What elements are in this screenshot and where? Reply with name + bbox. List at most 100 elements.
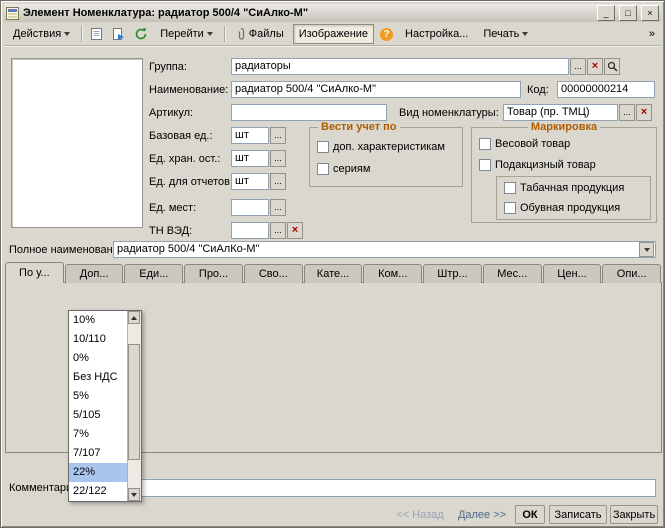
stock-unit-select-button[interactable]: ... xyxy=(270,150,286,167)
checkbox-tobacco-products-label: Табачная продукция xyxy=(520,182,624,194)
base-unit-select-button[interactable]: ... xyxy=(270,127,286,144)
kind-select-button[interactable]: ... xyxy=(619,104,635,121)
checkbox-series-label: сериям xyxy=(333,163,370,175)
marking-groupbox-title: Маркировка xyxy=(528,121,600,133)
actions-label: Действия xyxy=(13,28,61,40)
kind-clear-button[interactable]: × xyxy=(636,104,652,121)
code-input[interactable]: 00000000214 xyxy=(557,81,655,98)
group-select-button[interactable]: ... xyxy=(570,58,586,75)
checkbox-weight-goods-label: Весовой товар xyxy=(495,138,570,150)
triangle-up-icon xyxy=(131,316,137,320)
full-name-dropdown-button[interactable] xyxy=(639,242,654,257)
reread-icon xyxy=(112,27,125,41)
refresh-button[interactable] xyxy=(131,24,151,44)
full-name-label: Полное наименование: xyxy=(9,244,128,256)
vat-option[interactable]: Без НДС xyxy=(69,368,127,387)
vat-option[interactable]: 7% xyxy=(69,425,127,444)
scroll-down-button[interactable] xyxy=(128,488,140,501)
accounting-groupbox: Вести учет по xyxy=(309,127,463,187)
tnved-label: ТН ВЭД: xyxy=(149,225,192,237)
checkbox-excise-goods[interactable] xyxy=(479,159,491,171)
toolbar-overflow-button[interactable]: » xyxy=(646,24,658,44)
vat-option[interactable]: 5% xyxy=(69,387,127,406)
kind-label: Вид номенклатуры: xyxy=(399,107,499,119)
comment-input[interactable] xyxy=(89,479,656,497)
files-label: Файлы xyxy=(249,28,284,40)
dropdown-scrollbar[interactable] xyxy=(127,311,141,501)
vat-option[interactable]: 10/110 xyxy=(69,330,127,349)
group-input[interactable]: радиаторы xyxy=(231,58,569,75)
tab-dop[interactable]: Доп... xyxy=(65,264,124,283)
checkbox-tobacco-products[interactable] xyxy=(504,182,516,194)
tab-svo[interactable]: Сво... xyxy=(244,264,303,283)
caret-down-icon xyxy=(64,32,70,36)
tab-mes[interactable]: Мес... xyxy=(483,264,542,283)
paperclip-icon xyxy=(236,27,246,41)
stock-unit-input[interactable]: шт xyxy=(231,150,269,167)
name-input[interactable]: радиатор 500/4 "СиАлко-М" xyxy=(231,81,521,98)
places-unit-select-button[interactable]: ... xyxy=(270,199,286,216)
actions-button[interactable]: Действия xyxy=(7,24,76,44)
vat-option[interactable]: 0% xyxy=(69,349,127,368)
group-open-button[interactable] xyxy=(604,58,620,75)
article-label: Артикул: xyxy=(149,107,193,119)
save-button[interactable]: Записать xyxy=(549,505,607,524)
scroll-up-button[interactable] xyxy=(128,311,140,324)
tab-opi[interactable]: Опи... xyxy=(602,264,661,283)
close-button[interactable]: × xyxy=(641,5,659,21)
checkbox-extra-characteristics[interactable] xyxy=(317,141,329,153)
tab-edi[interactable]: Еди... xyxy=(124,264,183,283)
vat-option[interactable]: 7/107 xyxy=(69,444,127,463)
toolbar: Действия Перейти Файлы xyxy=(4,23,661,46)
name-label: Наименование: xyxy=(149,84,228,96)
report-unit-select-button[interactable]: ... xyxy=(270,173,286,190)
group-label: Группа: xyxy=(149,61,187,73)
tnved-clear-button[interactable]: × xyxy=(287,222,303,239)
vat-option[interactable]: 22/122 xyxy=(69,482,127,501)
back-button[interactable]: << Назад xyxy=(391,505,449,524)
base-unit-input[interactable]: шт xyxy=(231,127,269,144)
document-button[interactable] xyxy=(87,24,106,44)
tab-po-u[interactable]: По у... xyxy=(5,262,64,283)
places-unit-label: Ед. мест: xyxy=(149,202,196,214)
image-button[interactable]: Изображение xyxy=(293,24,374,44)
tab-pro[interactable]: Про... xyxy=(184,264,243,283)
go-button[interactable]: Перейти xyxy=(154,24,219,44)
full-name-input[interactable]: радиатор 500/4 "СиАлКо-М" xyxy=(113,241,656,258)
ok-button[interactable]: ОК xyxy=(515,505,545,524)
settings-button[interactable]: Настройка... xyxy=(399,24,474,44)
report-unit-label: Ед. для отчетов: xyxy=(149,176,233,188)
vat-option[interactable]: 10% xyxy=(69,311,127,330)
article-input[interactable] xyxy=(231,104,387,121)
title-bar: Элемент Номенклатура: радиатор 500/4 "Си… xyxy=(4,4,661,22)
overflow-chevron-icon: » xyxy=(649,28,655,40)
toolbar-separator xyxy=(224,26,225,42)
tab-kate[interactable]: Кате... xyxy=(304,264,363,283)
checkbox-series[interactable] xyxy=(317,163,329,175)
checkbox-weight-goods[interactable] xyxy=(479,138,491,150)
next-button[interactable]: Далее >> xyxy=(453,505,511,524)
kind-input[interactable]: Товар (пр. ТМЦ) xyxy=(503,104,618,121)
close-window-button[interactable]: Закрыть xyxy=(610,505,658,524)
item-picture-field[interactable] xyxy=(11,58,143,228)
minimize-button[interactable]: _ xyxy=(597,5,615,21)
tab-cen[interactable]: Цен... xyxy=(543,264,602,283)
tab-shtr[interactable]: Штр... xyxy=(423,264,482,283)
vat-option[interactable]: 5/105 xyxy=(69,406,127,425)
tnved-input[interactable] xyxy=(231,222,269,239)
maximize-button[interactable]: □ xyxy=(619,5,637,21)
tab-kom[interactable]: Ком... xyxy=(363,264,422,283)
vat-option-selected[interactable]: 22% xyxy=(69,463,127,482)
window-title: Элемент Номенклатура: радиатор 500/4 "Си… xyxy=(23,7,593,19)
go-label: Перейти xyxy=(160,28,204,40)
help-button[interactable]: ? xyxy=(377,24,396,44)
reread-button[interactable] xyxy=(109,24,128,44)
places-unit-input[interactable] xyxy=(231,199,269,216)
files-button[interactable]: Файлы xyxy=(230,24,290,44)
scroll-thumb[interactable] xyxy=(128,344,140,460)
group-clear-button[interactable]: × xyxy=(587,58,603,75)
print-button[interactable]: Печать xyxy=(477,24,534,44)
report-unit-input[interactable]: шт xyxy=(231,173,269,190)
tnved-select-button[interactable]: ... xyxy=(270,222,286,239)
checkbox-shoe-products[interactable] xyxy=(504,202,516,214)
